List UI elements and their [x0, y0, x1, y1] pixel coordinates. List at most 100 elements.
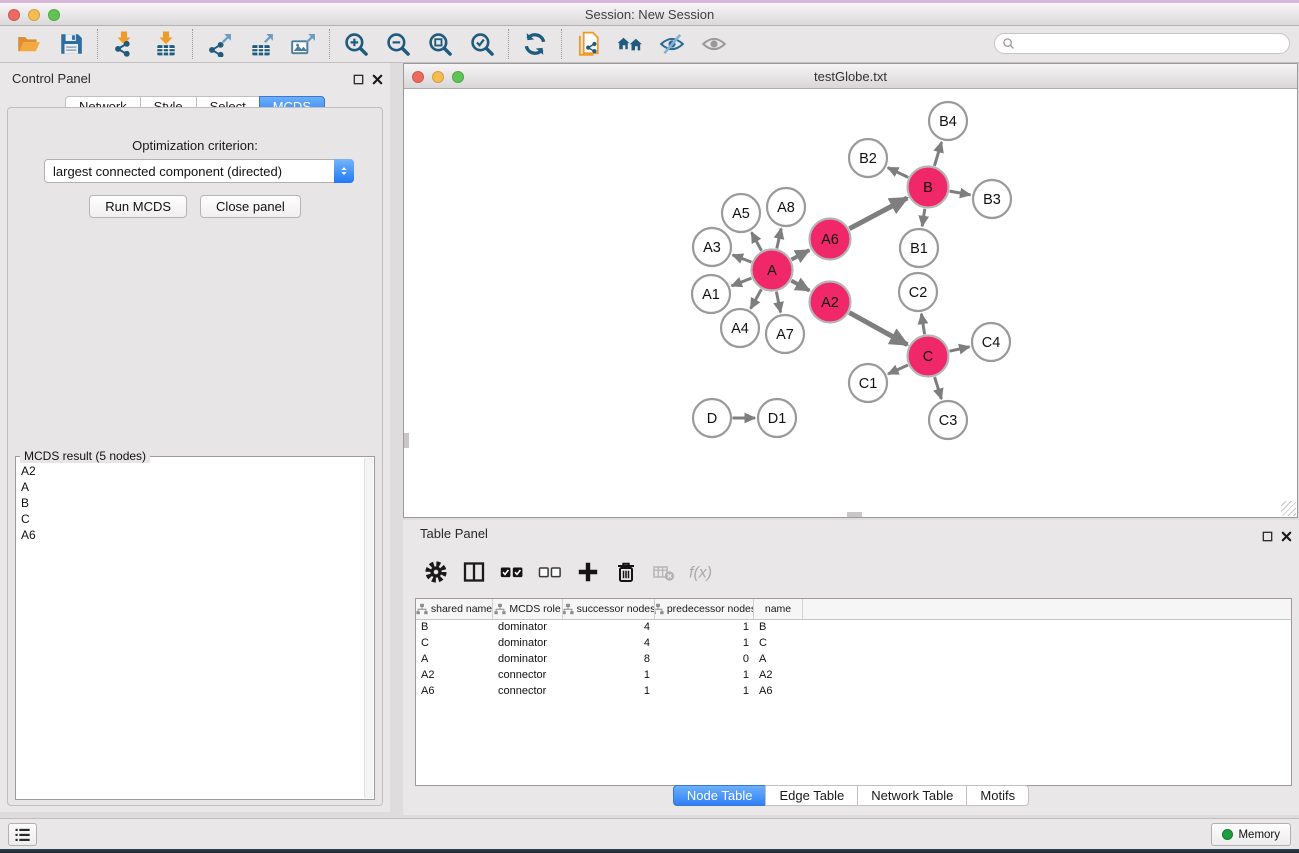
tab-node-table[interactable]: Node Table [673, 785, 767, 806]
table-cell[interactable]: 1 [655, 636, 754, 652]
node-C1[interactable]: C1 [849, 364, 887, 402]
column-header-shared-name[interactable]: shared name [416, 599, 493, 619]
table-cell[interactable]: dominator [493, 636, 563, 652]
column-header-name[interactable]: name [754, 599, 803, 619]
column-header-predecessor-nodes[interactable]: predecessor nodes [655, 599, 754, 619]
close-panel-button[interactable]: Close panel [200, 195, 301, 218]
table-cell[interactable]: connector [493, 684, 563, 700]
network-canvas[interactable]: B4B2BB3A5A8A6B1A3AA1C2A2A4A7C4CC1C3DD1 [404, 90, 1297, 517]
edge-C-C4[interactable] [950, 347, 970, 351]
edge-A2-C[interactable] [849, 313, 907, 345]
columns-icon[interactable] [460, 558, 487, 585]
node-C2[interactable]: C2 [899, 273, 937, 311]
import-table-icon[interactable] [145, 28, 187, 60]
network-zoom-button[interactable] [452, 71, 464, 83]
table-row[interactable]: Adominator80A [416, 652, 1291, 668]
network-minimize-button[interactable] [432, 71, 444, 83]
column-header-mcds-role[interactable]: MCDS role [493, 599, 563, 619]
delete-column-icon[interactable] [612, 558, 639, 585]
node-D1[interactable]: D1 [758, 399, 796, 437]
zoom-fit-icon[interactable] [419, 28, 461, 60]
memory-button[interactable]: Memory [1211, 823, 1291, 846]
save-session-icon[interactable] [50, 28, 92, 60]
table-cell[interactable]: A [754, 652, 803, 668]
close-panel-icon[interactable] [369, 71, 385, 87]
table-cell[interactable]: 1 [655, 668, 754, 684]
edge-A-A4[interactable] [751, 289, 762, 308]
edge-C-C2[interactable] [921, 314, 924, 335]
edge-A-A2[interactable] [791, 281, 809, 291]
table-cell[interactable]: 1 [563, 668, 655, 684]
mcds-result-item[interactable]: C [21, 511, 363, 527]
node-C3[interactable]: C3 [929, 401, 967, 439]
table-cell[interactable]: 4 [563, 620, 655, 636]
task-history-button[interactable] [8, 823, 37, 846]
hide-graphics-icon[interactable] [651, 28, 693, 60]
table-cell[interactable]: 1 [563, 684, 655, 700]
mcds-result-item[interactable]: A6 [21, 527, 363, 543]
node-A8[interactable]: A8 [767, 188, 805, 226]
node-B4[interactable]: B4 [929, 102, 967, 140]
float-panel-icon[interactable] [1259, 528, 1275, 544]
table-cell[interactable]: 8 [563, 652, 655, 668]
deselect-all-icon[interactable] [536, 558, 563, 585]
search-input[interactable] [1015, 35, 1289, 52]
node-D[interactable]: D [693, 399, 731, 437]
mcds-result-item[interactable]: A [21, 479, 363, 495]
show-graphics-icon[interactable] [693, 28, 735, 60]
optimization-criterion-select[interactable]: largest connected component (directed) [44, 159, 354, 183]
table-cell[interactable]: dominator [493, 652, 563, 668]
network-file-icon[interactable] [567, 28, 609, 60]
node-A6[interactable]: A6 [810, 219, 851, 260]
home-icon[interactable] [609, 28, 651, 60]
node-A[interactable]: A [752, 250, 793, 291]
edge-A-A7[interactable] [776, 292, 780, 313]
table-cell[interactable]: C [416, 636, 493, 652]
node-B[interactable]: B [908, 167, 949, 208]
search-box[interactable] [994, 33, 1290, 54]
node-B2[interactable]: B2 [849, 139, 887, 177]
table-row[interactable]: Cdominator41C [416, 636, 1291, 652]
zoom-selected-icon[interactable] [461, 28, 503, 60]
result-scrollbar[interactable] [364, 458, 373, 798]
table-row[interactable]: A2connector11A2 [416, 668, 1291, 684]
export-table-icon[interactable] [240, 28, 282, 60]
import-network-icon[interactable] [103, 28, 145, 60]
node-A3[interactable]: A3 [693, 228, 731, 266]
node-B3[interactable]: B3 [973, 180, 1011, 218]
float-panel-icon[interactable] [350, 71, 366, 87]
select-all-icon[interactable] [498, 558, 525, 585]
network-window-titlebar[interactable]: testGlobe.txt [404, 64, 1297, 89]
add-column-icon[interactable] [574, 558, 601, 585]
tab-edge-table[interactable]: Edge Table [765, 785, 858, 806]
node-C[interactable]: C [908, 336, 949, 377]
zoom-in-icon[interactable] [335, 28, 377, 60]
table-row[interactable]: A6connector11A6 [416, 684, 1291, 700]
edge-C-C3[interactable] [935, 377, 942, 399]
table-cell[interactable]: A2 [754, 668, 803, 684]
edge-B-B4[interactable] [934, 142, 941, 166]
splitter-handle-vertical[interactable] [404, 433, 409, 448]
resize-grip-icon[interactable] [1281, 501, 1296, 516]
node-A5[interactable]: A5 [722, 194, 760, 232]
node-C4[interactable]: C4 [972, 323, 1010, 361]
zoom-window-button[interactable] [48, 9, 60, 21]
table-cell[interactable]: dominator [493, 620, 563, 636]
open-file-icon[interactable] [8, 28, 50, 60]
table-cell[interactable]: A2 [416, 668, 493, 684]
node-B1[interactable]: B1 [900, 229, 938, 267]
mcds-result-item[interactable]: B [21, 495, 363, 511]
node-A2[interactable]: A2 [810, 282, 851, 323]
tab-network-table[interactable]: Network Table [857, 785, 967, 806]
splitter-handle-horizontal[interactable] [847, 512, 862, 517]
table-cell[interactable]: 1 [655, 684, 754, 700]
edge-A6-B[interactable] [849, 198, 907, 229]
table-row[interactable]: Bdominator41B [416, 620, 1291, 636]
edge-A-A6[interactable] [791, 250, 809, 260]
table-cell[interactable]: C [754, 636, 803, 652]
edge-B-B3[interactable] [950, 191, 971, 195]
gear-icon[interactable] [422, 558, 449, 585]
tab-motifs[interactable]: Motifs [966, 785, 1029, 806]
edge-C-C1[interactable] [888, 365, 908, 374]
table-cell[interactable]: A6 [754, 684, 803, 700]
